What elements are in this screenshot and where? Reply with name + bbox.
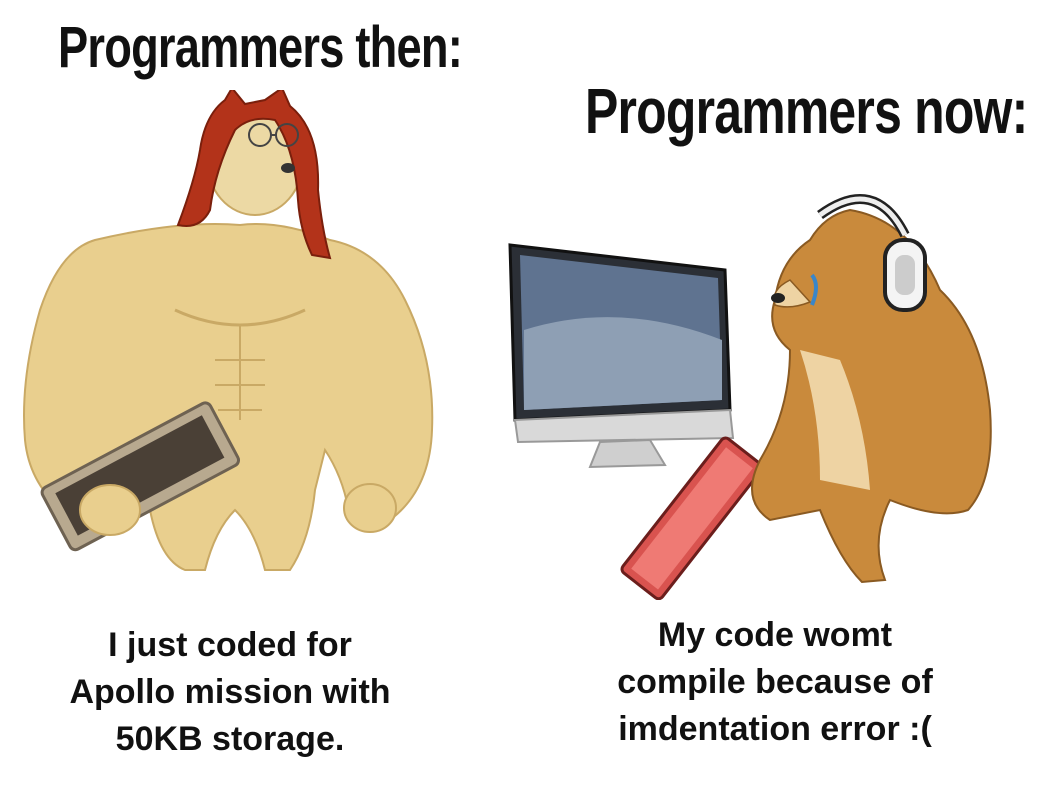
caption-line: imdentation error :(	[618, 710, 932, 748]
caption-line: Apollo mission with	[69, 673, 391, 711]
monitor	[508, 243, 735, 469]
caption-programmers-now: My code womt compile because of imdentat…	[560, 612, 990, 753]
caption-line: My code womt	[657, 616, 893, 654]
title-programmers-then: Programmers then:	[58, 15, 463, 80]
caption-line: 50KB storage.	[115, 720, 345, 758]
title-programmers-now: Programmers now:	[585, 75, 1028, 147]
buff-doge-illustration	[23, 90, 434, 571]
caption-line: I just coded for	[108, 626, 352, 664]
caption-line: compile because of	[617, 663, 933, 701]
cheems-illustration	[508, 194, 992, 600]
caption-programmers-then: I just coded for Apollo mission with 50K…	[20, 622, 440, 763]
